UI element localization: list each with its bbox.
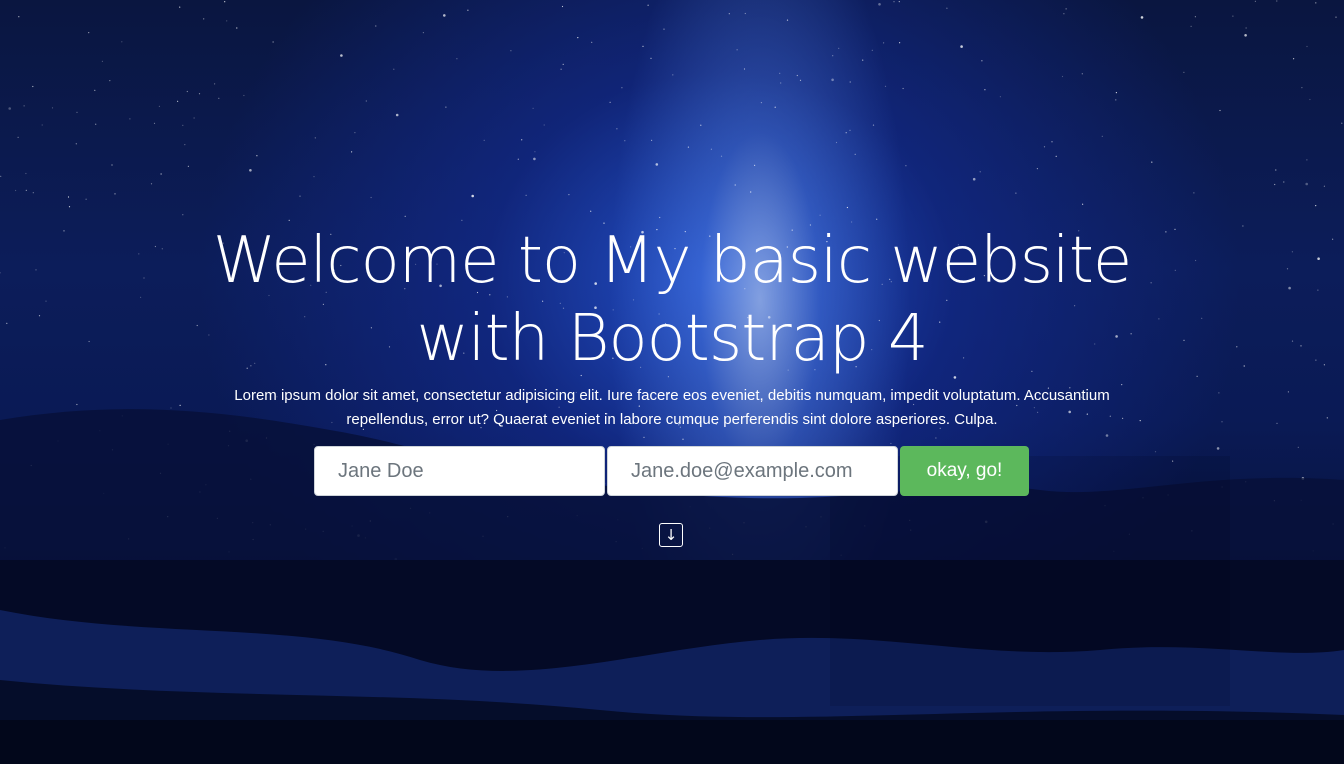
signup-form: okay, go! [314, 446, 1029, 496]
hero-title: Welcome to My basic website with Bootstr… [212, 224, 1133, 376]
submit-button[interactable]: okay, go! [900, 446, 1029, 496]
arrow-down-icon: ↓ [664, 525, 678, 544]
name-input[interactable] [314, 446, 605, 496]
email-input[interactable] [607, 446, 898, 496]
hero-lead-text: Lorem ipsum dolor sit amet, consectetur … [234, 387, 1110, 428]
hero-section: Welcome to My basic website with Bootstr… [0, 222, 1344, 432]
scroll-down-button[interactable]: ↓ [659, 523, 683, 547]
